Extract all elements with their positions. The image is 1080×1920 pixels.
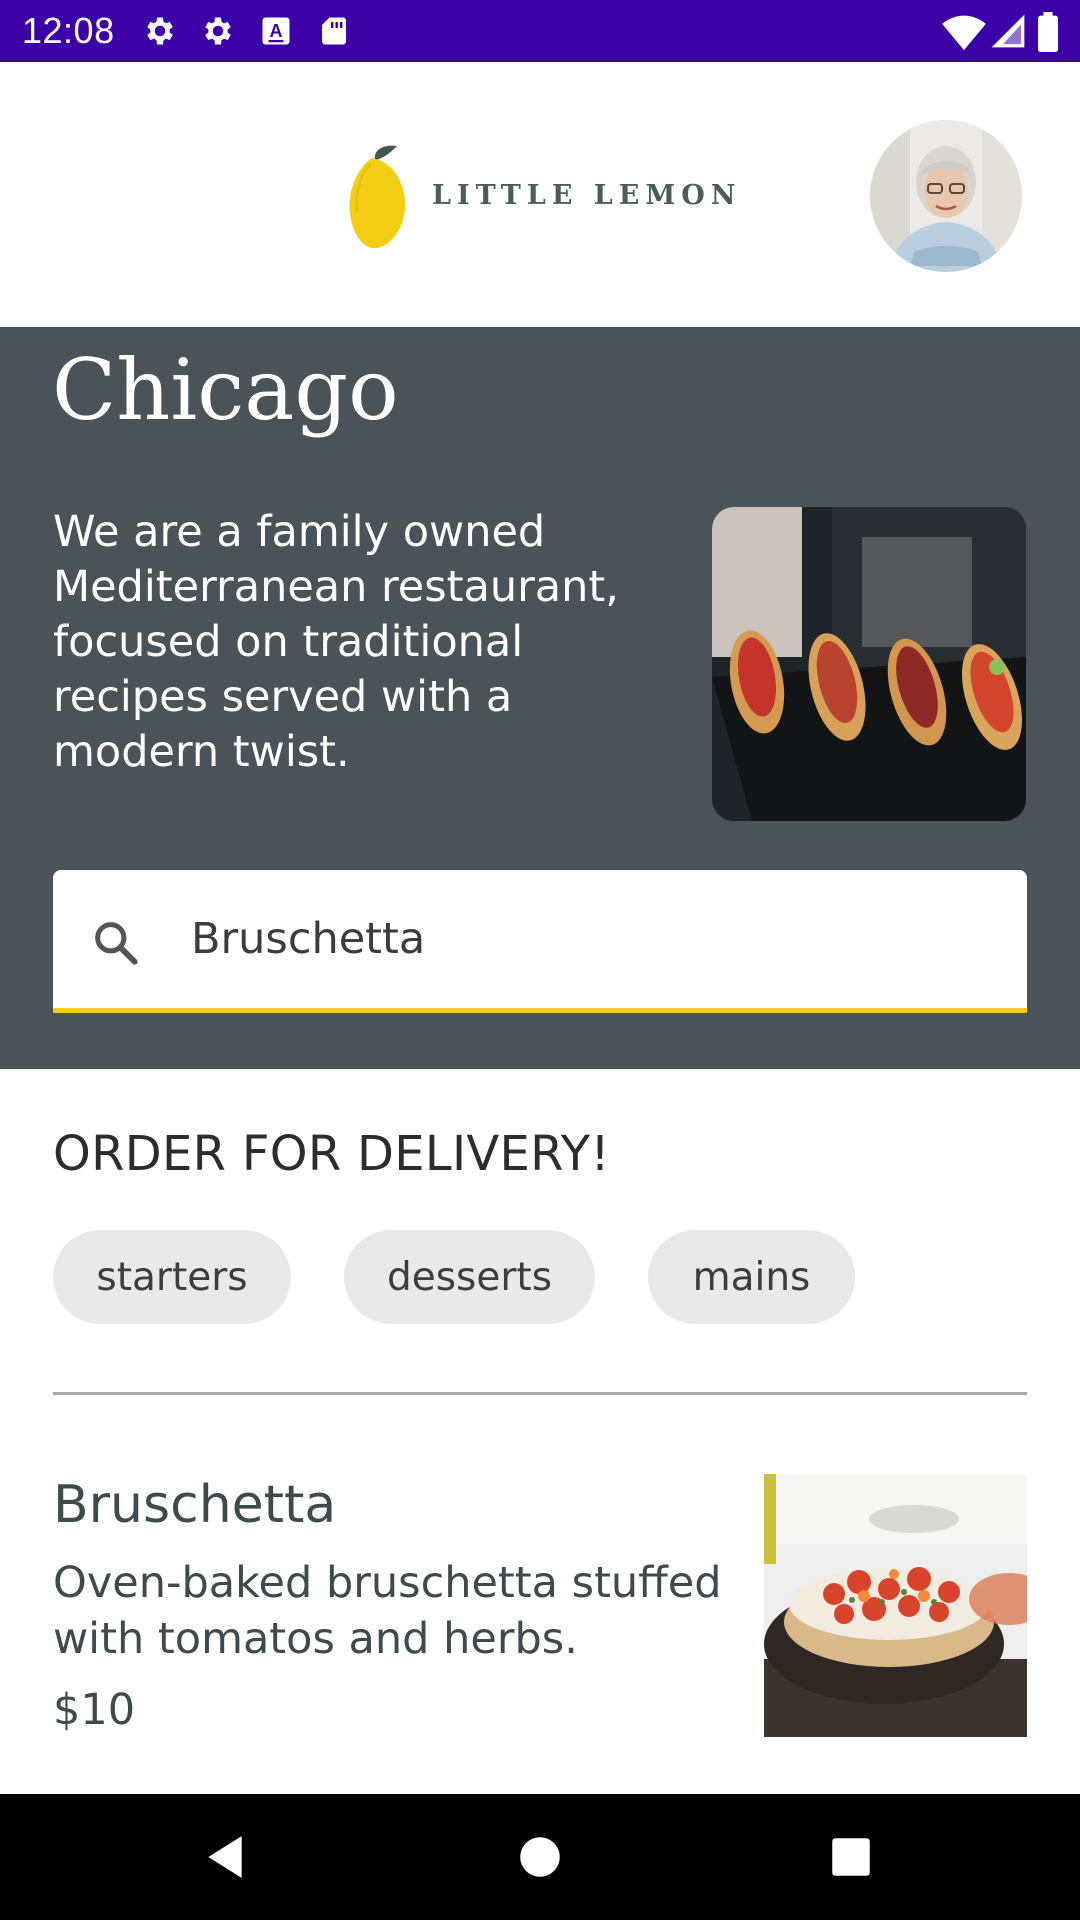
bruschetta-platter-photo	[712, 507, 1026, 821]
hero-city: Chicago	[52, 341, 399, 439]
recents-icon[interactable]	[826, 1832, 876, 1882]
keyboard-a-icon: A	[262, 17, 290, 45]
wifi-icon	[942, 15, 986, 51]
order-section-title: ORDER FOR DELIVERY!	[53, 1126, 610, 1182]
hero-banner: Chicago We are a family owned Mediterran…	[0, 327, 1080, 1069]
category-chip-mains[interactable]: mains	[648, 1230, 855, 1324]
battery-icon	[1038, 12, 1058, 52]
menu-item-price: $10	[53, 1685, 136, 1735]
home-icon[interactable]	[515, 1832, 565, 1882]
search-input[interactable]	[191, 908, 971, 970]
category-chip-desserts[interactable]: desserts	[344, 1230, 595, 1324]
sd-card-icon	[322, 17, 346, 45]
little-lemon-logo: LITTLE LEMON	[345, 142, 745, 262]
cell-signal-icon	[991, 14, 1025, 48]
gear-icon	[147, 17, 173, 45]
hero-image	[712, 507, 1026, 821]
gear-icon	[205, 17, 231, 45]
lemon-icon	[349, 145, 406, 249]
svg-text:A: A	[270, 21, 283, 41]
back-icon[interactable]	[200, 1832, 250, 1882]
menu-item-image	[764, 1474, 1027, 1737]
logo-text: LITTLE LEMON	[432, 180, 742, 211]
category-chip-starters[interactable]: starters	[53, 1230, 291, 1324]
status-time: 12:08	[22, 10, 115, 51]
search-field[interactable]	[53, 870, 1027, 1013]
section-divider	[53, 1392, 1027, 1395]
profile-photo	[870, 120, 1022, 272]
app-header: LITTLE LEMON	[0, 62, 1080, 327]
profile-avatar[interactable]	[870, 120, 1022, 272]
screen: 12:08 A LITTLE LEMON Chicago We are a fa…	[0, 0, 1080, 1920]
system-nav-bar	[0, 1794, 1080, 1920]
status-bar: 12:08 A	[0, 0, 1080, 62]
hero-description: We are a family owned Mediterranean rest…	[53, 507, 619, 777]
search-icon	[95, 922, 138, 965]
menu-item-description: Oven-baked bruschetta stuffed with tomat…	[53, 1558, 722, 1664]
bruschetta-photo	[764, 1474, 1027, 1737]
menu-item-name: Bruschetta	[53, 1475, 337, 1535]
